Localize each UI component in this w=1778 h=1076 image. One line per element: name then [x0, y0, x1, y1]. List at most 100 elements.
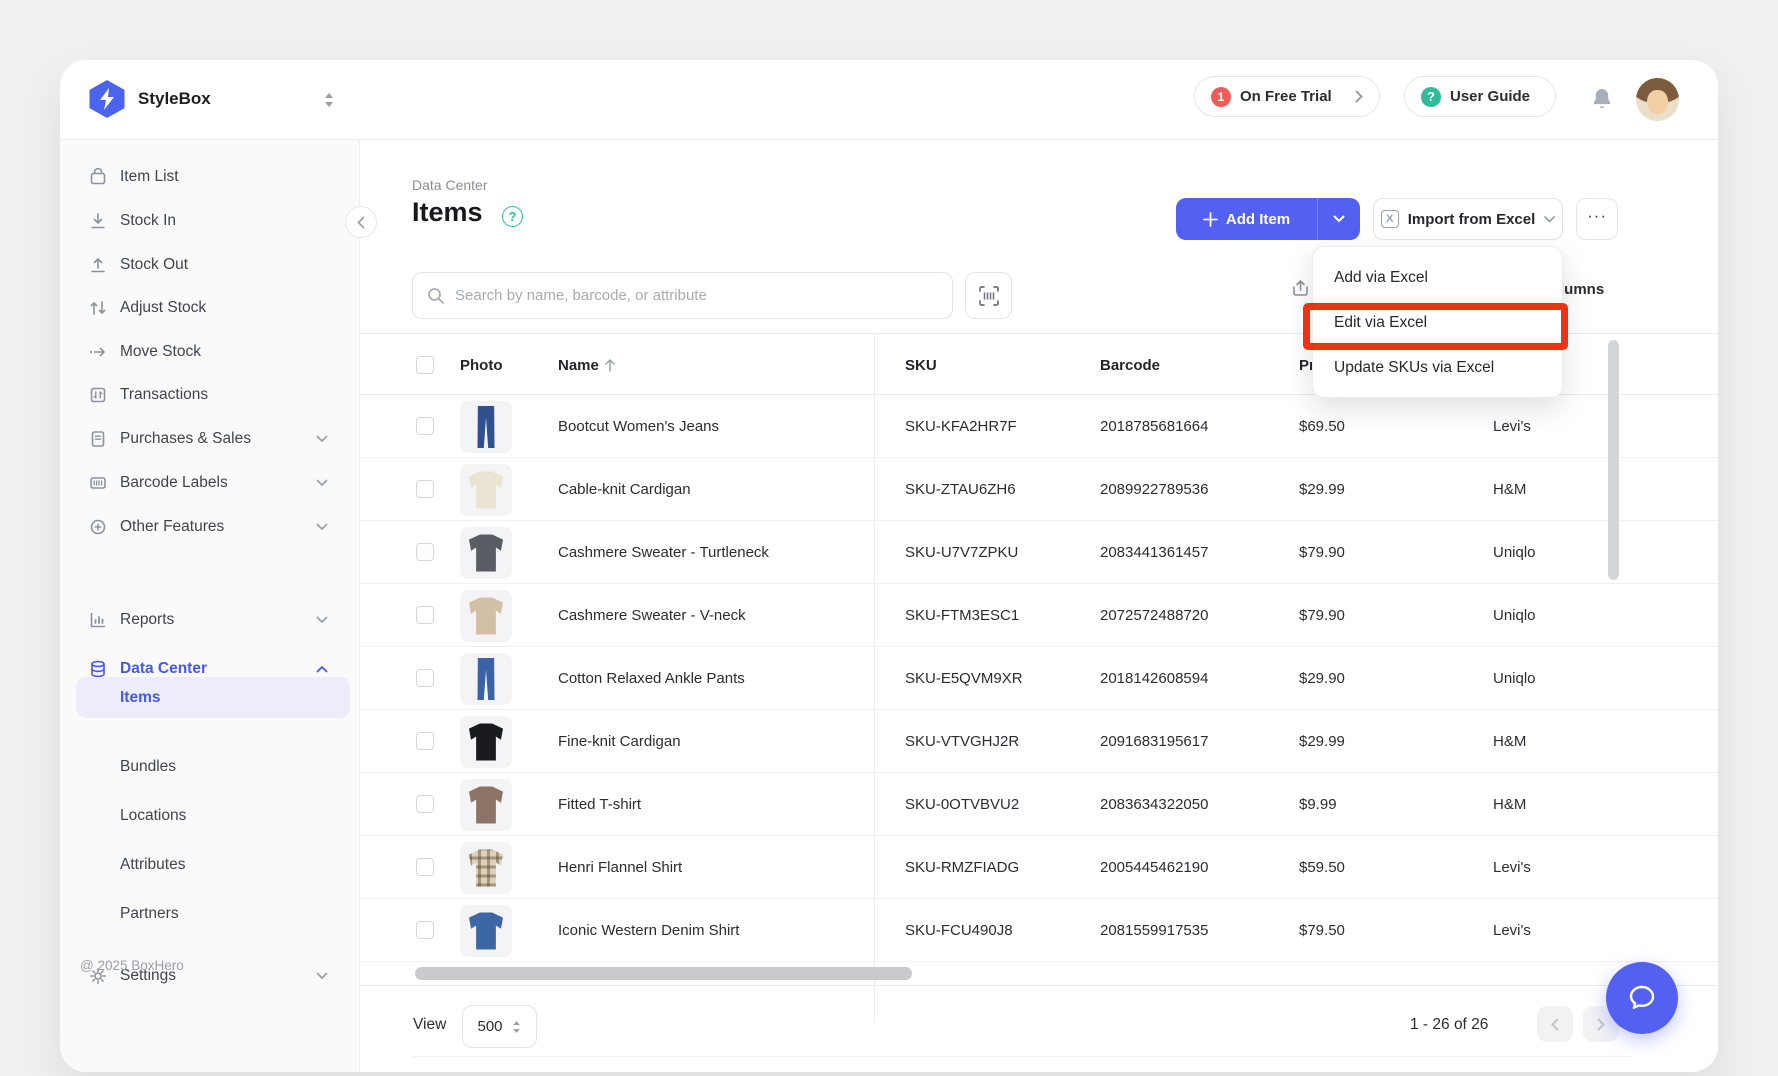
item-barcode: 2081559917535	[1100, 899, 1208, 962]
menu-item-add-via-excel[interactable]: Add via Excel	[1313, 255, 1562, 300]
item-sku: SKU-U7V7ZPKU	[905, 521, 1018, 584]
page-size-select[interactable]: 500	[462, 1005, 537, 1048]
document-icon	[88, 429, 108, 449]
item-brand: Levi's	[1493, 395, 1531, 458]
guide-label: User Guide	[1450, 88, 1530, 105]
import-from-excel-button[interactable]: X Import from Excel	[1373, 198, 1563, 240]
app-window: StyleBox 1 On Free Trial ? User Guide It…	[60, 60, 1718, 1072]
item-name: Cashmere Sweater - V-neck	[558, 584, 746, 647]
item-barcode: 2005445462190	[1100, 836, 1208, 899]
stylebox-logo-icon	[88, 80, 126, 118]
item-brand: Uniqlo	[1493, 521, 1536, 584]
item-photo	[460, 905, 512, 957]
item-name: Fine-knit Cardigan	[558, 710, 681, 773]
add-item-button[interactable]: Add Item	[1176, 198, 1360, 240]
export-icon[interactable]	[1290, 278, 1311, 304]
user-guide-button[interactable]: ? User Guide	[1404, 76, 1556, 117]
more-actions-button[interactable]: ···	[1576, 198, 1618, 240]
arrow-up-from-line-icon	[88, 255, 108, 275]
sidebar-item-item-list[interactable]: Item List	[60, 157, 360, 197]
chevron-down-icon	[316, 479, 328, 487]
chevron-down-icon	[316, 972, 328, 980]
table-row[interactable]: Cashmere Sweater - V-neck SKU-FTM3ESC1 2…	[360, 584, 1718, 647]
search-icon	[427, 287, 445, 305]
header-name[interactable]: Name	[558, 334, 616, 396]
item-brand: Levi's	[1493, 836, 1531, 899]
row-checkbox[interactable]	[416, 606, 434, 624]
header-photo[interactable]: Photo	[460, 334, 503, 396]
table-row[interactable]: Cable-knit Cardigan SKU-ZTAU6ZH6 2089922…	[360, 458, 1718, 521]
horizontal-scrollbar[interactable]	[415, 967, 912, 980]
item-photo	[460, 464, 512, 516]
sidebar-item-items[interactable]: Items	[76, 677, 350, 718]
barcode-scan-button[interactable]	[965, 272, 1012, 319]
arrows-up-down-icon	[88, 298, 108, 318]
workspace-switcher-icon[interactable]	[322, 92, 336, 113]
sidebar-item-stock-in[interactable]: Stock In	[60, 201, 360, 241]
select-all-checkbox[interactable]	[416, 356, 434, 374]
sidebar-item-adjust-stock[interactable]: Adjust Stock	[60, 288, 360, 328]
header-barcode[interactable]: Barcode	[1100, 334, 1160, 396]
item-sku: SKU-FTM3ESC1	[905, 584, 1019, 647]
chevron-left-icon	[1551, 1018, 1559, 1031]
sidebar-collapse-button[interactable]	[345, 206, 377, 238]
sidebar-item-move-stock[interactable]: Move Stock	[60, 332, 360, 372]
table-row[interactable]: Iconic Western Denim Shirt SKU-FCU490J8 …	[360, 899, 1718, 962]
item-name: Fitted T-shirt	[558, 773, 641, 836]
menu-item-update-skus-via-excel[interactable]: Update SKUs via Excel	[1313, 345, 1562, 390]
sidebar-item-attributes[interactable]: Attributes	[60, 845, 360, 885]
search-input[interactable]	[455, 287, 938, 304]
chevron-down-icon	[1544, 216, 1555, 223]
vertical-scrollbar[interactable]	[1608, 340, 1619, 580]
view-label: View	[413, 1016, 446, 1034]
annotation-highlight-box	[1303, 303, 1568, 350]
item-photo	[460, 842, 512, 894]
row-checkbox[interactable]	[416, 858, 434, 876]
row-checkbox[interactable]	[416, 732, 434, 750]
table-row[interactable]: Henri Flannel Shirt SKU-RMZFIADG 2005445…	[360, 836, 1718, 899]
row-checkbox[interactable]	[416, 669, 434, 687]
trial-label: On Free Trial	[1240, 88, 1332, 105]
add-item-caret[interactable]	[1318, 215, 1360, 223]
sidebar-item-transactions[interactable]: Transactions	[60, 375, 360, 415]
header-sku[interactable]: SKU	[905, 334, 937, 396]
transactions-icon	[88, 385, 108, 405]
table-row[interactable]: Fitted T-shirt SKU-0OTVBVU2 208363432205…	[360, 773, 1718, 836]
table-row[interactable]: Cotton Relaxed Ankle Pants SKU-E5QVM9XR …	[360, 647, 1718, 710]
item-photo	[460, 401, 512, 453]
user-avatar[interactable]	[1636, 78, 1679, 121]
row-checkbox[interactable]	[416, 795, 434, 813]
guide-badge-icon: ?	[1421, 87, 1441, 107]
item-sku: SKU-KFA2HR7F	[905, 395, 1017, 458]
select-arrows-icon	[511, 1020, 522, 1034]
sort-ascending-icon	[604, 358, 616, 372]
chat-support-button[interactable]	[1606, 962, 1678, 1034]
sidebar-item-other-features[interactable]: Other Features	[60, 507, 360, 547]
item-price: $29.99	[1299, 710, 1345, 773]
sidebar-item-reports[interactable]: Reports	[60, 600, 360, 640]
sidebar-item-bundles[interactable]: Bundles	[60, 747, 360, 787]
row-checkbox[interactable]	[416, 543, 434, 561]
previous-page-button[interactable]	[1537, 1006, 1573, 1042]
row-checkbox[interactable]	[416, 480, 434, 498]
free-trial-button[interactable]: 1 On Free Trial	[1194, 76, 1380, 117]
help-icon[interactable]: ?	[502, 206, 523, 227]
sidebar-item-partners[interactable]: Partners	[60, 894, 360, 934]
sidebar-item-barcode-labels[interactable]: Barcode Labels	[60, 463, 360, 503]
row-checkbox[interactable]	[416, 921, 434, 939]
table-row[interactable]: Cashmere Sweater - Turtleneck SKU-U7V7ZP…	[360, 521, 1718, 584]
table-row[interactable]: Bootcut Women's Jeans SKU-KFA2HR7F 20187…	[360, 395, 1718, 458]
item-sku: SKU-ZTAU6ZH6	[905, 458, 1016, 521]
excel-icon: X	[1381, 210, 1399, 228]
item-brand: Uniqlo	[1493, 647, 1536, 710]
frozen-column-divider	[874, 334, 875, 1023]
table-row[interactable]: Fine-knit Cardigan SKU-VTVGHJ2R 20916831…	[360, 710, 1718, 773]
notifications-bell-icon[interactable]	[1590, 87, 1614, 119]
search-bar[interactable]	[412, 272, 953, 319]
sidebar-item-locations[interactable]: Locations	[60, 796, 360, 836]
sidebar-item-purchases-sales[interactable]: Purchases & Sales	[60, 419, 360, 459]
chat-bubble-icon	[1624, 980, 1660, 1016]
row-checkbox[interactable]	[416, 417, 434, 435]
item-sku: SKU-0OTVBVU2	[905, 773, 1019, 836]
sidebar-item-stock-out[interactable]: Stock Out	[60, 245, 360, 285]
